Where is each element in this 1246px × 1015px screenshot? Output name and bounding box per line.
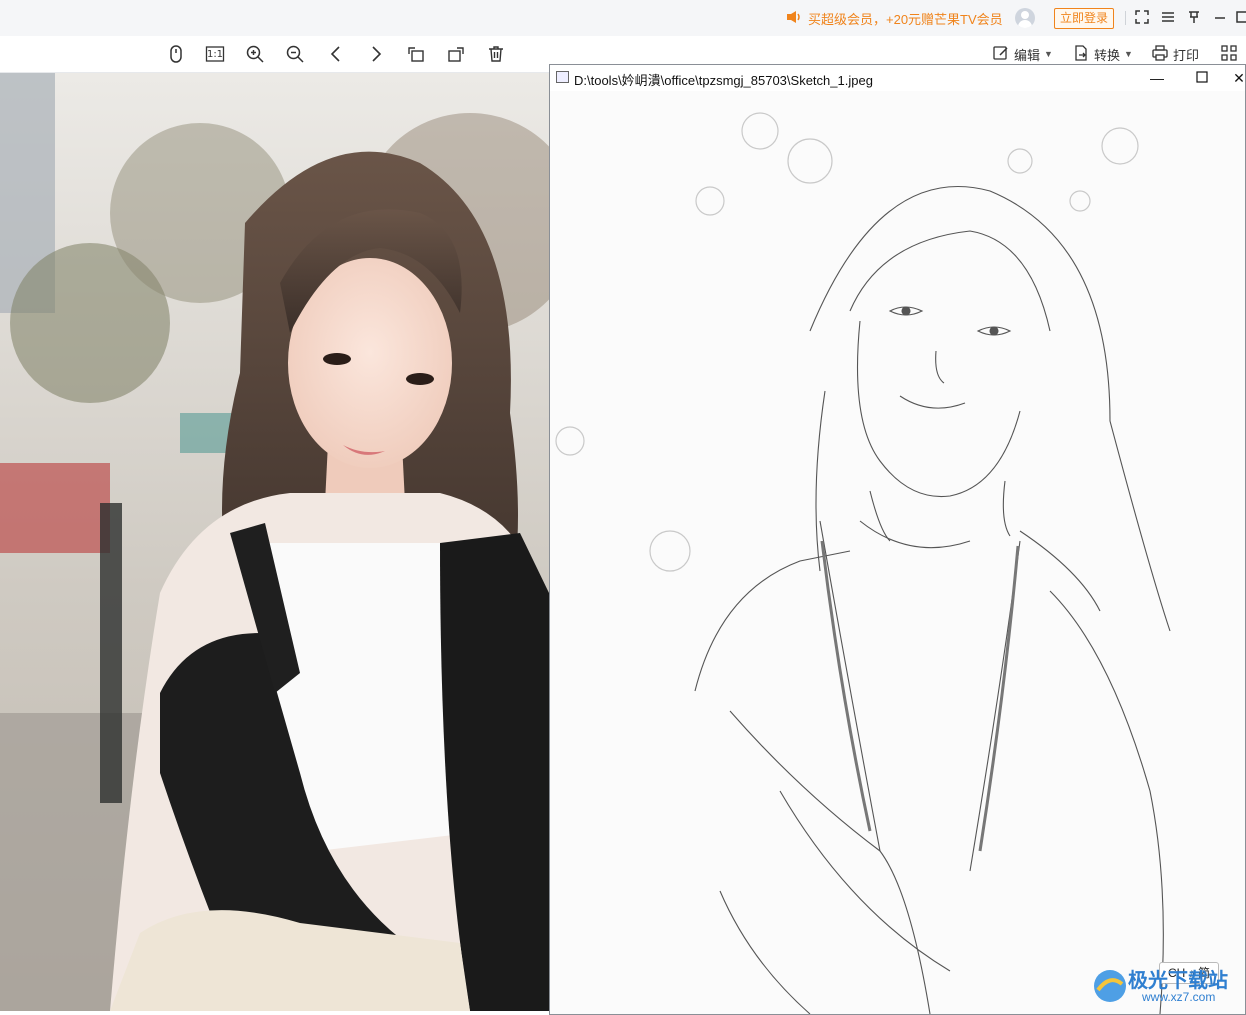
mouse-mode-icon[interactable] bbox=[166, 44, 186, 64]
edit-icon bbox=[992, 44, 1010, 65]
convert-label: 转换 bbox=[1094, 47, 1121, 63]
promo-text[interactable]: 买超级会员，+20元赠芒果TV会员 bbox=[808, 9, 1003, 28]
zoom-in-icon[interactable] bbox=[245, 44, 265, 64]
actual-size-label: 1:1 bbox=[206, 48, 224, 60]
chevron-down-icon: ▼ bbox=[1044, 49, 1053, 59]
convert-menu[interactable]: 转换 ▼ bbox=[1072, 44, 1133, 64]
maximize-icon[interactable] bbox=[1234, 9, 1246, 27]
rotate-left-icon[interactable] bbox=[406, 44, 426, 64]
pin-icon[interactable] bbox=[1185, 9, 1203, 27]
rotate-right-icon[interactable] bbox=[446, 44, 466, 64]
sketch-image bbox=[550, 91, 1245, 1014]
grid-icon bbox=[1220, 44, 1238, 64]
vip-promo[interactable]: 买超级会员，+20元赠芒果TV会员 bbox=[786, 9, 1003, 27]
printer-icon bbox=[1151, 44, 1169, 65]
more-apps-button[interactable] bbox=[1220, 44, 1246, 64]
original-photo bbox=[0, 73, 549, 1011]
chevron-down-icon: ▼ bbox=[1124, 49, 1133, 59]
print-button[interactable]: 打印 bbox=[1151, 44, 1199, 64]
window-close-icon[interactable]: ✕ bbox=[1233, 68, 1245, 88]
watermark-text: 极光下载站 bbox=[1128, 968, 1228, 992]
user-avatar[interactable] bbox=[1015, 8, 1035, 28]
speaker-icon bbox=[786, 10, 802, 27]
previous-icon[interactable] bbox=[326, 44, 346, 64]
convert-icon bbox=[1072, 44, 1090, 65]
watermark-logo-icon bbox=[1094, 970, 1126, 1002]
edit-label: 编辑 bbox=[1014, 47, 1041, 63]
image-file-icon bbox=[556, 71, 569, 83]
next-icon[interactable] bbox=[366, 44, 386, 64]
window-title: D:\tools\妗岄潰\office\tpzsmgj_85703\Sketch… bbox=[574, 73, 873, 88]
delete-icon[interactable] bbox=[486, 44, 506, 64]
watermark-url: www.xz7.com bbox=[1142, 990, 1216, 1004]
window-maximize-icon[interactable] bbox=[1192, 68, 1212, 88]
window-titlebar[interactable]: D:\tools\妗岄潰\office\tpzsmgj_85703\Sketch… bbox=[550, 65, 1245, 92]
login-button[interactable]: 立即登录 bbox=[1054, 8, 1114, 29]
zoom-out-icon[interactable] bbox=[285, 44, 305, 64]
sketch-window[interactable]: D:\tools\妗岄潰\office\tpzsmgj_85703\Sketch… bbox=[549, 64, 1246, 1015]
site-watermark: 极光下载站 www.xz7.com bbox=[1090, 962, 1240, 1010]
minimize-icon[interactable] bbox=[1211, 9, 1229, 27]
menu-icon[interactable] bbox=[1159, 9, 1177, 27]
actual-size-button[interactable]: 1:1 bbox=[205, 44, 225, 64]
edit-menu[interactable]: 编辑 ▼ bbox=[992, 44, 1053, 64]
print-label: 打印 bbox=[1173, 47, 1200, 63]
window-minimize-icon[interactable]: — bbox=[1147, 68, 1167, 88]
top-bar: 买超级会员，+20元赠芒果TV会员 立即登录 bbox=[0, 0, 1246, 36]
fullscreen-icon[interactable] bbox=[1133, 9, 1151, 27]
divider bbox=[1125, 11, 1126, 25]
